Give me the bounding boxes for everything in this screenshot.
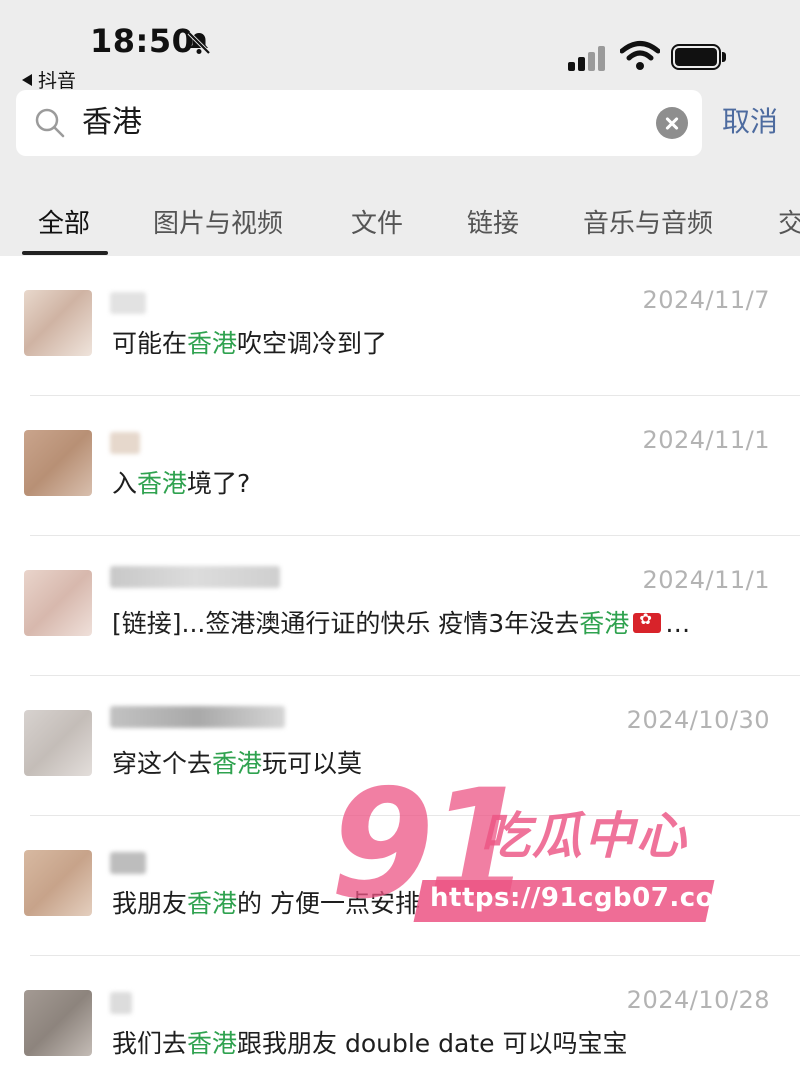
back-arrow-icon xyxy=(22,74,32,86)
cancel-button[interactable]: 取消 xyxy=(722,100,778,144)
message-snippet: 我们去香港跟我朋友 double date 可以吗宝宝 xyxy=(112,1029,628,1058)
message-date: 2024/11/7 xyxy=(642,286,770,314)
bell-mute-icon xyxy=(187,31,211,55)
tab-music-audio[interactable]: 音乐与音频 xyxy=(583,200,713,248)
search-input[interactable]: 香港 xyxy=(82,104,142,142)
header-area: 18:50 抖音 香港 取消 全部 图片与视频 文件 链接 音乐与音频 交 xyxy=(0,0,800,256)
highlight-term: 香港 xyxy=(187,329,238,358)
search-icon xyxy=(35,108,65,138)
avatar[interactable] xyxy=(24,850,92,916)
list-item[interactable]: 我朋友香港的 方便一点安排 xyxy=(0,816,800,956)
tab-images-videos[interactable]: 图片与视频 xyxy=(153,200,283,248)
tab-all[interactable]: 全部 xyxy=(38,200,90,248)
tab-links[interactable]: 链接 xyxy=(467,200,519,248)
highlight-term: 香港 xyxy=(579,609,630,638)
active-tab-indicator xyxy=(22,251,108,255)
message-date: 2024/11/1 xyxy=(642,566,770,594)
contact-name xyxy=(110,292,146,314)
avatar[interactable] xyxy=(24,570,92,636)
battery-icon xyxy=(671,44,727,70)
highlight-term: 香港 xyxy=(187,1029,238,1058)
list-item[interactable]: 2024/11/1 [链接]...签港澳通行证的快乐 疫情3年没去香港… xyxy=(0,536,800,676)
wifi-icon xyxy=(620,41,660,70)
hk-flag-icon xyxy=(633,610,662,633)
highlight-term: 香港 xyxy=(137,469,188,498)
message-snippet: 我朋友香港的 方便一点安排 xyxy=(112,889,420,918)
message-date: 2024/10/28 xyxy=(626,986,770,1014)
list-item[interactable]: 2024/11/1 入香港境了? xyxy=(0,396,800,536)
contact-name xyxy=(110,566,280,588)
avatar[interactable] xyxy=(24,430,92,496)
highlight-term: 香港 xyxy=(187,889,238,918)
list-item[interactable]: 2024/11/7 可能在香港吹空调冷到了 xyxy=(0,256,800,396)
avatar[interactable] xyxy=(24,290,92,356)
back-to-app-link[interactable]: 抖音 xyxy=(22,66,76,93)
tab-more[interactable]: 交 xyxy=(778,200,800,248)
message-date: 2024/10/30 xyxy=(626,706,770,734)
message-date: 2024/11/1 xyxy=(642,426,770,454)
message-snippet: 可能在香港吹空调冷到了 xyxy=(112,329,388,358)
contact-name xyxy=(110,432,140,454)
avatar[interactable] xyxy=(24,990,92,1056)
tab-files[interactable]: 文件 xyxy=(351,200,403,248)
message-snippet: 穿这个去香港玩可以莫 xyxy=(112,749,363,778)
search-field[interactable]: 香港 xyxy=(16,90,702,156)
message-snippet: [链接]...签港澳通行证的快乐 疫情3年没去香港… xyxy=(112,604,690,640)
filter-tabs: 全部 图片与视频 文件 链接 音乐与音频 交 xyxy=(0,200,800,256)
signal-icon xyxy=(568,43,610,71)
list-item[interactable]: 2024/10/30 穿这个去香港玩可以莫 xyxy=(0,676,800,816)
list-item[interactable]: 2024/10/28 我们去香港跟我朋友 double date 可以吗宝宝 xyxy=(0,956,800,1083)
contact-name xyxy=(110,706,285,728)
clear-search-icon[interactable] xyxy=(656,107,688,139)
status-time: 18:50 xyxy=(90,22,195,60)
contact-name xyxy=(110,992,132,1014)
contact-name xyxy=(110,852,146,874)
avatar[interactable] xyxy=(24,710,92,776)
message-snippet: 入香港境了? xyxy=(112,469,251,498)
highlight-term: 香港 xyxy=(212,749,263,778)
back-app-label: 抖音 xyxy=(38,70,77,92)
